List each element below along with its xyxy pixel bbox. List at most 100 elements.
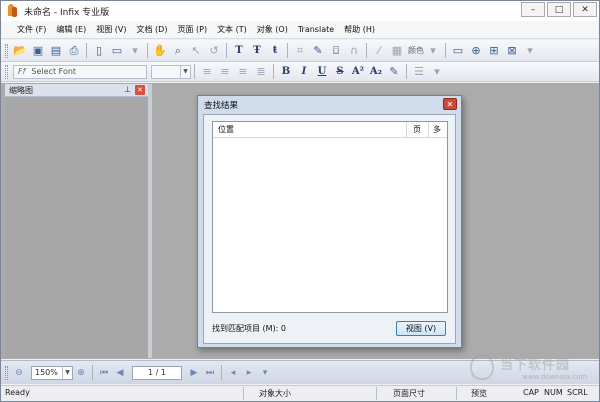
align-left-icon[interactable]: ≡ [198,63,216,81]
align-center-icon[interactable]: ≡ [216,63,234,81]
window-controls: – □ ✕ [521,2,597,17]
dropdown-arrow-icon[interactable]: ▾ [126,42,144,60]
underline-icon[interactable]: U [313,63,331,81]
forward-icon[interactable]: ▸ [241,365,257,381]
camera-icon[interactable]: ⌼ [327,42,345,60]
text-insert-icon[interactable]: ŧ [266,42,284,60]
zoom-icon[interactable]: ⌕ [169,42,187,60]
toolbar-grip[interactable] [5,64,8,79]
status-bar: Ready 对象大小 页面尺寸 预览 CAP NUM SCRL [1,385,599,401]
page-menu-icon[interactable]: ▭ [108,42,126,60]
menu-bar: 文件 (F) 编辑 (E) 视图 (V) 文档 (D) 页面 (P) 文本 (T… [1,21,599,39]
list-icon[interactable]: ☰ [410,63,428,81]
page-icon[interactable]: ▯ [90,42,108,60]
results-list[interactable]: 位置 页 多 [212,121,448,313]
menu-help[interactable]: 帮助 (H) [344,24,375,35]
panel-close-icon[interactable]: ✕ [135,85,145,95]
status-divider [456,387,457,400]
toolbar-separator [147,43,148,58]
column-position[interactable]: 位置 [213,122,407,137]
zoom-in-icon[interactable]: ⊕ [73,365,89,381]
subscript-icon[interactable]: A₂ [367,63,385,81]
color-dropdown-icon[interactable]: ▾ [424,42,442,60]
font-glyph-icon: Ff [18,67,26,76]
align-right-icon[interactable]: ≡ [234,63,252,81]
superscript-icon[interactable]: A² [349,63,367,81]
font-select[interactable]: Ff Select Font [13,64,147,79]
delete-page-icon[interactable]: ⊠ [503,42,521,60]
bold-icon[interactable]: B [277,63,295,81]
pin-icon[interactable]: ⊥ [124,85,131,94]
menu-text[interactable]: 文本 (T) [217,24,247,35]
toolbar-separator [273,64,274,79]
strikethrough-icon[interactable]: S [331,63,349,81]
dialog-close-button[interactable]: ✕ [443,98,457,110]
toolbar-grip[interactable] [5,43,8,58]
next-page-icon[interactable]: ▶ [186,365,202,381]
first-page-icon[interactable]: ⏮ [96,365,112,381]
last-page-icon[interactable]: ⏭ [202,365,218,381]
menu-file[interactable]: 文件 (F) [17,24,46,35]
shape-icon[interactable]: ∩ [345,42,363,60]
previous-page-icon[interactable]: ◀ [112,365,128,381]
chevron-down-icon: ▼ [180,65,190,78]
text-edit-icon[interactable]: Ŧ [248,42,266,60]
color-swatch-icon[interactable]: ▦ [388,42,406,60]
link-icon[interactable]: ✎ [309,42,327,60]
highlight-icon[interactable]: ✎ [385,63,403,81]
open-folder-icon[interactable]: 📂 [11,42,29,60]
status-num: NUM [544,388,563,397]
zoom-select[interactable]: 150% ▼ [31,365,73,380]
close-window-button[interactable]: ✕ [573,2,597,17]
navigation-bar: ⊖ 150% ▼ ⊕ ⏮ ◀ 1 / 1 ▶ ⏭ ◂ ▸ ▾ [1,360,599,384]
justify-icon[interactable]: ≣ [252,63,270,81]
column-extra[interactable]: 多 [429,124,441,135]
zoom-out-icon[interactable]: ⊖ [11,365,27,381]
menu-object[interactable]: 对象 (O) [257,24,288,35]
status-object-size: 对象大小 [259,389,291,398]
maximize-button[interactable]: □ [547,2,571,17]
dropdown-arrow-icon[interactable]: ▾ [428,63,446,81]
panel-splitter[interactable] [148,84,152,358]
view-button[interactable]: 视图 (V) [396,321,446,336]
dropdown-arrow-icon[interactable]: ▾ [257,365,273,381]
thumbnail-panel: 缩略图 ⊥ ✕ [5,84,148,358]
undo-icon[interactable]: ↺ [205,42,223,60]
select-arrow-icon[interactable]: ↖ [187,42,205,60]
column-page[interactable]: 页 [407,122,429,137]
toolbar-grip[interactable] [5,365,8,380]
dialog-title-bar[interactable]: 查找结果 ✕ [198,96,461,113]
add-page-icon[interactable]: ⊕ [467,42,485,60]
hand-tool-icon[interactable]: ✋ [151,42,169,60]
crop-icon[interactable]: ⌗ [291,42,309,60]
save-as-icon[interactable]: ▤ [47,42,65,60]
status-cap: CAP [523,388,539,397]
toolbar-separator [226,43,227,58]
menu-page[interactable]: 页面 (P) [177,24,207,35]
comment-icon[interactable]: ▭ [449,42,467,60]
italic-icon[interactable]: I [295,63,313,81]
dialog-title: 查找结果 [204,100,239,111]
menu-translate[interactable]: Translate [298,25,334,34]
menu-edit[interactable]: 编辑 (E) [56,24,86,35]
status-divider [243,387,244,400]
insert-page-icon[interactable]: ⊞ [485,42,503,60]
toolbar-separator [221,365,222,380]
list-header: 位置 页 多 [213,122,447,138]
menu-view[interactable]: 视图 (V) [96,24,126,35]
dropdown-arrow-icon[interactable]: ▾ [521,42,539,60]
eyedropper-icon[interactable]: ⁄ [370,42,388,60]
toolbar-separator [366,43,367,58]
toolbar-separator [445,43,446,58]
minimize-button[interactable]: – [521,2,545,17]
color-label[interactable]: 颜色 [408,45,424,56]
save-icon[interactable]: ▣ [29,42,47,60]
menu-document[interactable]: 文档 (D) [137,24,168,35]
page-number-field[interactable]: 1 / 1 [132,365,182,380]
print-icon[interactable]: ⎙ [65,42,83,60]
font-placeholder: Select Font [31,67,77,76]
panel-title: 缩略图 [9,85,33,95]
text-tool-icon[interactable]: T [230,42,248,60]
font-size-select[interactable]: ▼ [151,64,191,79]
back-icon[interactable]: ◂ [225,365,241,381]
